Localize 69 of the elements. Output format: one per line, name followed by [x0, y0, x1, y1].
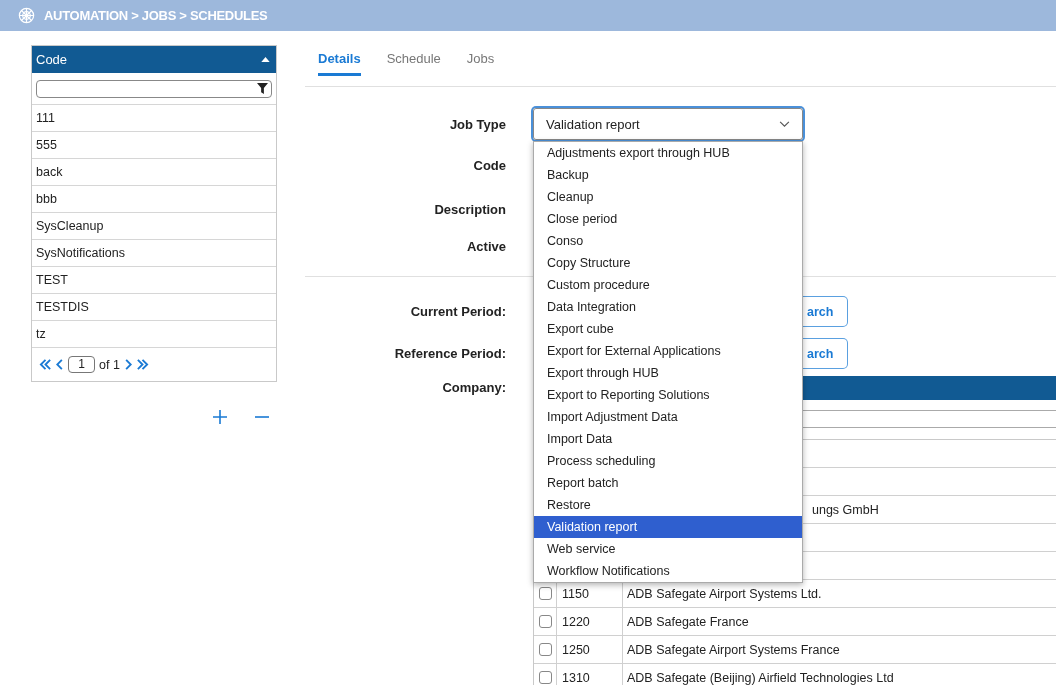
dropdown-option[interactable]: Backup: [534, 164, 802, 186]
filter-field[interactable]: [36, 79, 272, 98]
add-icon[interactable]: [213, 410, 227, 424]
table-cell: ungs GmbH: [812, 502, 879, 517]
tab[interactable]: Details: [318, 31, 361, 76]
chevron-down-icon: [779, 120, 790, 128]
dropdown-option[interactable]: Close period: [534, 208, 802, 230]
logo-icon: [17, 6, 36, 25]
field-label: Company:: [441, 379, 506, 395]
list-row[interactable]: TEST: [32, 267, 276, 294]
dropdown-option[interactable]: Validation report: [534, 516, 802, 538]
list-row[interactable]: TESTDIS: [32, 294, 276, 321]
list-row[interactable]: 555: [32, 132, 276, 159]
list-row[interactable]: SysCleanup: [32, 213, 276, 240]
dropdown-option[interactable]: Export cube: [534, 318, 802, 340]
last-page-icon[interactable]: [135, 358, 149, 371]
dropdown-option[interactable]: Custom procedure: [534, 274, 802, 296]
checkbox[interactable]: [538, 643, 552, 656]
field-label: Active: [465, 238, 506, 254]
field-label: Description: [433, 201, 506, 217]
dropdown-option[interactable]: Import Data: [534, 428, 802, 450]
list-row[interactable]: 111: [32, 105, 276, 132]
dropdown-option[interactable]: Import Adjustment Data: [534, 406, 802, 428]
filter-icon: [257, 83, 268, 94]
dropdown-option[interactable]: Copy Structure: [534, 252, 802, 274]
first-page-icon[interactable]: [39, 358, 52, 371]
field-label: Reference Period:: [393, 346, 506, 361]
list-row[interactable]: back: [32, 159, 276, 186]
dropdown-option[interactable]: Adjustments export through HUB: [534, 142, 802, 164]
checkbox[interactable]: [538, 671, 552, 684]
next-page-icon[interactable]: [123, 358, 132, 371]
dropdown-option[interactable]: Process scheduling: [534, 450, 802, 472]
page-count: of 1: [99, 357, 120, 372]
column-header[interactable]: Code: [32, 46, 276, 73]
table-cell-text: ADB Safegate Airport Systems France: [626, 641, 840, 659]
search-button[interactable]: arch: [803, 338, 848, 369]
dropdown-option[interactable]: Report batch: [534, 472, 802, 494]
checkbox[interactable]: [538, 587, 552, 600]
tab[interactable]: Jobs: [453, 31, 508, 75]
table-cell: 1150: [557, 580, 623, 607]
list-row[interactable]: tz: [32, 321, 276, 348]
list-row[interactable]: bbb: [32, 186, 276, 213]
checkbox[interactable]: [538, 615, 552, 628]
dropdown-option[interactable]: Cleanup: [534, 186, 802, 208]
table-cell: 1220: [557, 608, 623, 635]
search-button[interactable]: arch: [803, 296, 848, 327]
field-label: Current Period:: [409, 304, 506, 319]
table-cell-text: ADB Safegate France: [626, 613, 749, 631]
tab[interactable]: Schedule: [373, 31, 454, 75]
dropdown-option[interactable]: Export to Reporting Solutions: [534, 384, 802, 406]
table-cell: 1310: [557, 664, 623, 685]
previous-page-icon[interactable]: [56, 358, 64, 371]
dropdown-option[interactable]: Export for External Applications: [534, 340, 802, 362]
field-label: Job Type: [448, 116, 506, 132]
list-row[interactable]: SysNotifications: [32, 240, 276, 267]
dropdown-option[interactable]: Web service: [534, 538, 802, 560]
job-type-dropdown[interactable]: Validation report: [533, 108, 803, 140]
dropdown-option[interactable]: Workflow Notifications: [534, 560, 802, 582]
table-cell: 1250: [557, 636, 623, 663]
breadcrumb: AUTOMATION > JOBS > SCHEDULES: [44, 8, 268, 23]
dropdown-option[interactable]: Export through HUB: [534, 362, 802, 384]
dropdown-option[interactable]: Data Integration: [534, 296, 802, 318]
page-field[interactable]: 1: [68, 356, 95, 373]
table-cell-text: ADB Safegate Airport Systems Ltd.: [626, 585, 822, 603]
dropdown-option[interactable]: Restore: [534, 494, 802, 516]
sort-ascending-icon: [261, 57, 270, 62]
table-cell-text: ADB Safegate (Beijing) Airfield Technologies Ltd: [626, 669, 894, 685]
dropdown-option[interactable]: Conso: [534, 230, 802, 252]
field-label: Code: [472, 157, 506, 173]
